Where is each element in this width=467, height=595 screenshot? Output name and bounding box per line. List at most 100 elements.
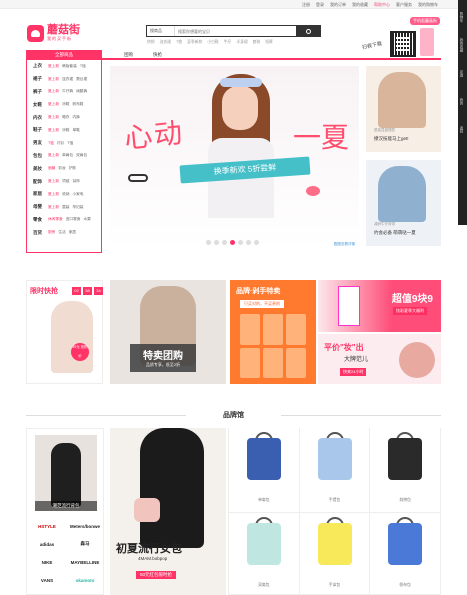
site-logo[interactable]: 蘑菇街 我的买手街 bbox=[27, 22, 85, 44]
toolbar-history[interactable]: 足迹 bbox=[460, 62, 465, 84]
hotword[interactable]: 小白鞋 bbox=[207, 40, 218, 45]
category-link[interactable]: 护肤 bbox=[69, 166, 76, 171]
category-link[interactable]: 夏上新 bbox=[48, 128, 59, 133]
category-name[interactable]: 配饰 bbox=[33, 179, 45, 185]
hotword[interactable]: T恤 bbox=[176, 40, 182, 45]
makeup-card[interactable]: 平价"妆"出 大牌范儿 快来24小时 bbox=[318, 334, 441, 384]
category-row[interactable]: 裙子 夏上新 连衣裙 蕾丝裙 bbox=[27, 73, 101, 86]
hero-footer-link[interactable]: 戳图查看详情 bbox=[334, 242, 355, 247]
product-cell[interactable]: 帆布包 bbox=[370, 513, 441, 595]
brand-sale-card[interactable]: 品牌·剁手特卖 只买对的，不买贵的 bbox=[230, 280, 316, 384]
hotword[interactable]: 短裤 bbox=[265, 40, 273, 45]
category-link[interactable]: 凉鞋 bbox=[62, 128, 69, 133]
category-link[interactable]: 单肩包 bbox=[62, 153, 73, 158]
side-promo-card[interactable]: 减龄牛仔背带 约会必备 萌萌哒一夏 bbox=[366, 160, 441, 246]
category-link[interactable]: 童装 bbox=[62, 205, 69, 210]
category-link[interactable]: 衬衫 bbox=[57, 141, 64, 146]
category-name[interactable]: 美妆 bbox=[33, 166, 45, 172]
category-row[interactable]: 男友 T恤 衬衫 T恤 bbox=[27, 137, 101, 150]
category-name[interactable]: 母婴 bbox=[33, 204, 45, 210]
category-link[interactable]: 夏上新 bbox=[48, 102, 59, 107]
category-link[interactable]: 夏上新 bbox=[48, 179, 59, 184]
service-link[interactable]: 客户服务 bbox=[396, 2, 412, 8]
category-row[interactable]: 包包 夏上新 单肩包 双肩包 bbox=[27, 150, 101, 163]
category-row[interactable]: 零食 休闲零食 进口零食 水果 bbox=[27, 214, 101, 227]
carousel-dot[interactable] bbox=[214, 240, 219, 245]
backpack-model-image[interactable] bbox=[35, 435, 97, 511]
category-row[interactable]: 配饰 夏上新 项链 耳饰 bbox=[27, 175, 101, 188]
category-link[interactable]: 进口零食 bbox=[66, 217, 81, 222]
category-link[interactable]: 夏上新 bbox=[48, 205, 59, 210]
category-link[interactable]: 休闲零食 bbox=[48, 217, 63, 222]
category-link[interactable]: 水果 bbox=[84, 217, 91, 222]
search-category-select[interactable]: 搜商品 bbox=[147, 26, 175, 36]
hotword[interactable]: 热销 bbox=[147, 40, 155, 45]
category-link[interactable]: 夏上新 bbox=[48, 153, 59, 158]
category-link[interactable]: 单鞋 bbox=[72, 128, 79, 133]
category-link[interactable]: 面膜 bbox=[48, 166, 55, 171]
category-link[interactable]: 夏上新 bbox=[48, 115, 59, 120]
tab-group-buy[interactable]: 团购 bbox=[124, 52, 133, 58]
category-name[interactable]: 家居 bbox=[33, 191, 45, 197]
product-cell[interactable]: 双肩包 bbox=[229, 513, 300, 595]
category-row[interactable]: 女鞋 夏上新 凉鞋 帆布鞋 bbox=[27, 98, 101, 111]
category-link[interactable]: 夏上新 bbox=[48, 64, 59, 69]
hotword[interactable]: 牛仔 bbox=[224, 40, 232, 45]
category-row[interactable]: 百货 厨房 生活 家居 bbox=[27, 226, 101, 239]
category-name[interactable]: 上衣 bbox=[33, 63, 45, 69]
carousel-dot[interactable] bbox=[222, 240, 227, 245]
hotword[interactable]: 夏季新款 bbox=[187, 40, 202, 45]
category-link[interactable]: 凉鞋 bbox=[62, 102, 69, 107]
brand-logo[interactable]: MAYBELLINE bbox=[67, 555, 103, 569]
category-link[interactable]: T恤 bbox=[80, 64, 86, 69]
category-link[interactable]: 夏上新 bbox=[48, 77, 59, 82]
category-row[interactable]: 家居 夏上新 收纳 小家电 bbox=[27, 188, 101, 201]
category-link[interactable]: 帆布鞋 bbox=[72, 102, 83, 107]
category-link[interactable]: 家居 bbox=[69, 230, 76, 235]
carousel-dot[interactable] bbox=[246, 240, 251, 245]
category-name[interactable]: 女鞋 bbox=[33, 102, 45, 108]
carousel-dot[interactable] bbox=[230, 240, 235, 245]
product-cell[interactable]: 手提包 bbox=[299, 428, 371, 513]
category-name[interactable]: 鞋子 bbox=[33, 127, 45, 133]
category-link[interactable]: T恤 bbox=[48, 141, 54, 146]
brand-hall-feature[interactable]: 初夏流行女包 4MAM.bobpop 50元红包限时抢 bbox=[110, 428, 226, 595]
category-row[interactable]: 上衣 夏上新 韩版套装 T恤 bbox=[27, 60, 101, 73]
category-link[interactable]: 彩妆 bbox=[58, 166, 65, 171]
toolbar-favorites[interactable]: 我的收藏 bbox=[460, 34, 465, 56]
category-link[interactable]: 夏上新 bbox=[48, 192, 59, 197]
hotword[interactable]: 套装 bbox=[253, 40, 261, 45]
category-name[interactable]: 包包 bbox=[33, 153, 45, 159]
category-name[interactable]: 零食 bbox=[33, 217, 45, 223]
hero-banner[interactable]: 心动 一夏 换季新欢 5折尝鲜 戳图查看详情 bbox=[110, 66, 359, 250]
value-99-card[interactable]: 超值9块9 炫彩夏季大福利 bbox=[318, 280, 441, 332]
help-link[interactable]: 帮助中心 bbox=[374, 2, 390, 8]
flash-sale-card[interactable]: 限时快抢 02 38 34 49元 抢购价 bbox=[26, 280, 103, 384]
brand-logo[interactable]: okamoto bbox=[67, 573, 103, 587]
category-link[interactable]: 夏上新 bbox=[48, 89, 59, 94]
category-name[interactable]: 男友 bbox=[33, 140, 45, 146]
brand-logo[interactable]: HSTYLE bbox=[29, 519, 65, 533]
category-row[interactable]: 母婴 夏上新 童装 孕妇装 bbox=[27, 201, 101, 214]
toolbar-cart[interactable]: 购物车 bbox=[460, 6, 465, 28]
my-orders-link[interactable]: 我的订单 bbox=[330, 2, 346, 8]
category-link[interactable]: 连衣裙 bbox=[62, 77, 73, 82]
carousel-dot[interactable] bbox=[206, 240, 211, 245]
product-cell[interactable]: 斜挎包 bbox=[370, 428, 441, 513]
search-button[interactable] bbox=[296, 26, 320, 36]
category-link[interactable]: 牛仔裤 bbox=[62, 89, 73, 94]
login-link[interactable]: 登录 bbox=[316, 2, 324, 8]
category-row[interactable]: 裤子 夏上新 牛仔裤 阔腿裤 bbox=[27, 86, 101, 99]
category-link[interactable]: 孕妇装 bbox=[72, 205, 83, 210]
carousel-dot[interactable] bbox=[254, 240, 259, 245]
hotword[interactable]: 连衣裙 bbox=[160, 40, 171, 45]
brand-logo[interactable]: Meters/bonwe bbox=[67, 519, 103, 533]
all-categories-button[interactable]: 全部商品 bbox=[26, 50, 102, 60]
side-promo-card[interactable]: 夏装显瘦搭配 撩汉技能马上get! bbox=[366, 66, 441, 152]
group-buy-card[interactable]: 特卖团购 品质专享，低至2折 bbox=[110, 280, 226, 384]
brand-logo[interactable]: NIKE bbox=[29, 555, 65, 569]
category-link[interactable]: 内裤 bbox=[72, 115, 79, 120]
product-cell[interactable]: 单肩包 bbox=[229, 428, 300, 513]
category-link[interactable]: T恤 bbox=[67, 141, 73, 146]
cart-link[interactable]: 我的购物车 bbox=[418, 2, 438, 8]
